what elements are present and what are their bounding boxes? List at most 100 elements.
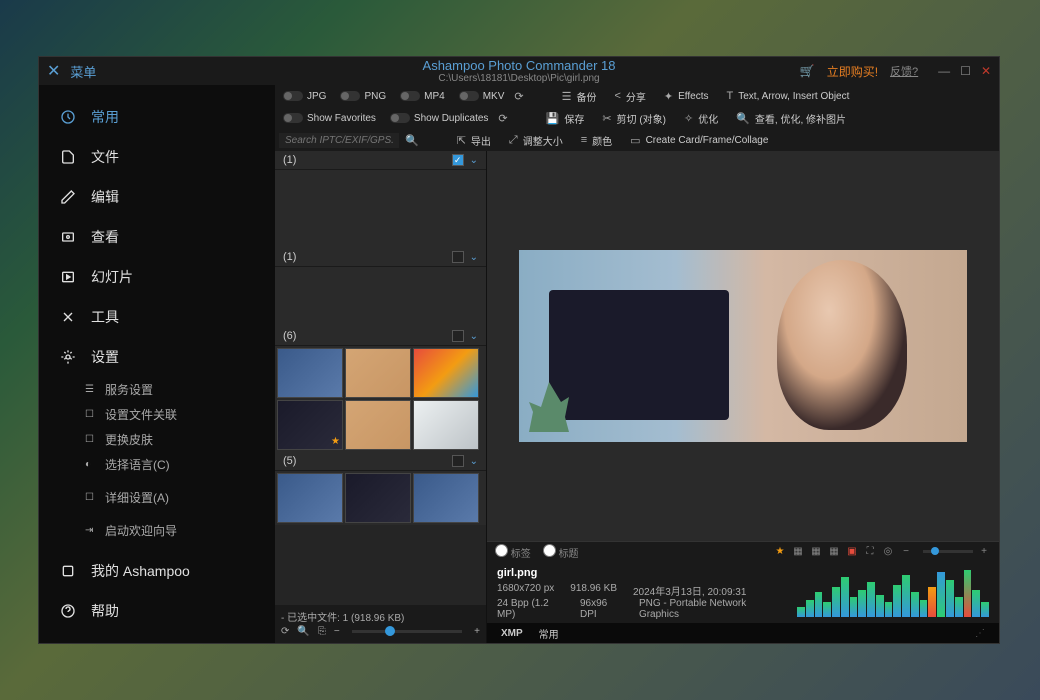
backup-button[interactable]: ☰备份 xyxy=(556,89,603,104)
tab-common[interactable]: 常用 xyxy=(539,626,559,641)
sidebar-item-edit[interactable]: 编辑 xyxy=(39,177,275,217)
maximize-button[interactable]: ☐ xyxy=(960,64,971,78)
chevron-down-icon[interactable]: ⌄ xyxy=(470,456,478,467)
sidebar-sub-language[interactable]: ◐选择语言(C) xyxy=(39,452,275,477)
group-header[interactable]: (1) ⌄ xyxy=(275,248,486,267)
dpi: 96x96 DPI xyxy=(580,598,623,620)
zoom-slider[interactable] xyxy=(352,630,462,633)
effects-button[interactable]: ✦Effects xyxy=(658,90,715,103)
sidebar-item-common[interactable]: 常用 xyxy=(39,97,275,137)
viewfix-button[interactable]: 🔍查看, 优化, 修补图片 xyxy=(730,111,852,126)
thumbnail[interactable] xyxy=(277,348,343,398)
play-box-icon xyxy=(59,268,77,286)
refresh-icon[interactable]: ⟳ xyxy=(281,626,289,637)
minimize-button[interactable]: — xyxy=(938,64,950,78)
chevron-down-icon[interactable]: ⌄ xyxy=(470,331,478,342)
cut-button[interactable]: ✂剪切 (对象) xyxy=(596,111,672,126)
sidebar-sub-service[interactable]: ☰服务设置 xyxy=(39,377,275,402)
sidebar-item-label: 查看 xyxy=(91,227,119,247)
sidebar-sub-detail[interactable]: ☐详细设置(A) xyxy=(39,485,275,510)
share-button[interactable]: <分享 xyxy=(608,89,651,104)
plus-icon[interactable]: + xyxy=(474,626,480,637)
sidebar-item-settings[interactable]: 设置 xyxy=(39,337,275,377)
sidebar-sub-skin[interactable]: ☐更换皮肤 xyxy=(39,427,275,452)
group-checkbox[interactable] xyxy=(452,251,464,263)
sidebar-item-slideshow[interactable]: 幻灯片 xyxy=(39,257,275,297)
color-icon: ≡ xyxy=(581,134,587,146)
grid-icon[interactable]: ▦ xyxy=(827,545,841,559)
group-checkbox[interactable] xyxy=(452,455,464,467)
layers-icon[interactable]: ▣ xyxy=(845,545,859,559)
plus-icon[interactable]: + xyxy=(977,545,991,559)
group-header[interactable]: (5) ⌄ xyxy=(275,452,486,471)
text-button[interactable]: TText, Arrow, Insert Object xyxy=(721,90,856,102)
zoom-slider[interactable] xyxy=(923,550,973,553)
thumbnail[interactable] xyxy=(413,473,479,523)
chevron-down-icon[interactable]: ⌄ xyxy=(470,155,478,166)
resize-icon: ⤢ xyxy=(509,134,518,147)
dimensions: 1680x720 px xyxy=(497,583,554,598)
chevron-down-icon[interactable]: ⌄ xyxy=(470,252,478,263)
close-button[interactable]: ✕ xyxy=(981,64,991,78)
thumbnail[interactable] xyxy=(345,400,411,450)
feedback-link[interactable]: 反馈? xyxy=(890,63,918,79)
minus-icon[interactable]: − xyxy=(899,545,913,559)
menu-close-icon[interactable]: ✕ xyxy=(47,61,60,81)
resize-button[interactable]: ⤢调整大小 xyxy=(503,133,569,148)
thumbnail[interactable]: ★ xyxy=(277,400,343,450)
tag-radio[interactable]: 标签 xyxy=(495,544,531,560)
app-title: Ashampoo Photo Commander 18 xyxy=(423,58,616,73)
group-header[interactable]: (6) ⌄ xyxy=(275,327,486,346)
minus-icon[interactable]: − xyxy=(334,626,340,637)
star-icon[interactable]: ★ xyxy=(773,545,787,559)
buy-now-link[interactable]: 立即购买! xyxy=(827,63,878,80)
thumbnail[interactable] xyxy=(345,348,411,398)
sidebar-item-file[interactable]: 文件 xyxy=(39,137,275,177)
preview-area[interactable] xyxy=(487,151,999,541)
group-checkbox[interactable]: ✓ xyxy=(452,154,464,166)
sidebar-sub-fileassoc[interactable]: ☐设置文件关联 xyxy=(39,402,275,427)
group-checkbox[interactable] xyxy=(452,330,464,342)
box-icon xyxy=(59,562,77,580)
file-browser: (1) ✓⌄ (1) ⌄ (6) ⌄ xyxy=(275,151,487,643)
sidebar-item-view[interactable]: 查看 xyxy=(39,217,275,257)
toggle-mkv[interactable]: MKV xyxy=(455,91,509,102)
effects-icon: ✦ xyxy=(664,90,673,103)
sidebar-item-tools[interactable]: 工具 xyxy=(39,297,275,337)
filename: girl.png xyxy=(497,567,777,579)
toggle-jpg[interactable]: JPG xyxy=(279,91,330,102)
sidebar-item-myashampoo[interactable]: 我的 Ashampoo xyxy=(39,551,275,591)
thumbnail[interactable] xyxy=(277,473,343,523)
copy-icon[interactable]: ⎘ xyxy=(318,626,326,637)
grid-icon[interactable]: ▦ xyxy=(809,545,823,559)
grid-icon[interactable]: ▦ xyxy=(791,545,805,559)
thumbnail[interactable] xyxy=(413,400,479,450)
target-icon[interactable]: ◎ xyxy=(881,545,895,559)
toggle-favorites[interactable]: Show Favorites xyxy=(279,113,380,124)
export-button[interactable]: ⇱导出 xyxy=(451,133,497,148)
tab-xmp[interactable]: XMP xyxy=(501,628,523,639)
save-button[interactable]: 💾保存 xyxy=(540,111,591,126)
color-button[interactable]: ≡颜色 xyxy=(575,133,618,148)
card-button[interactable]: ▭Create Card/Frame/Collage xyxy=(624,134,774,147)
resize-grip-icon[interactable]: ⋰ xyxy=(975,628,985,639)
optimize-button[interactable]: ✧优化 xyxy=(678,111,724,126)
thumbnail[interactable] xyxy=(345,473,411,523)
toggle-mp4[interactable]: MP4 xyxy=(396,91,449,102)
cart-icon[interactable]: 🛒 xyxy=(800,64,815,78)
title-radio[interactable]: 标题 xyxy=(543,544,579,560)
refresh-icon[interactable]: ⟳ xyxy=(498,112,507,125)
search-icon[interactable]: 🔍 xyxy=(297,626,309,637)
group-header[interactable]: (1) ✓⌄ xyxy=(275,151,486,170)
search-icon: 🔍 xyxy=(736,112,750,125)
sidebar-sub-wizard[interactable]: ⇥启动欢迎向导 xyxy=(39,518,275,543)
menu-label[interactable]: 菜单 xyxy=(70,62,96,81)
search-submit-icon[interactable]: 🔍 xyxy=(405,134,419,147)
toggle-png[interactable]: PNG xyxy=(336,91,390,102)
fullscreen-icon[interactable]: ⛶ xyxy=(863,545,877,559)
sidebar-item-help[interactable]: 帮助 xyxy=(39,591,275,631)
refresh-icon[interactable]: ⟳ xyxy=(514,90,523,103)
toggle-duplicates[interactable]: Show Duplicates xyxy=(386,113,492,124)
search-input[interactable] xyxy=(279,133,399,148)
thumbnail[interactable] xyxy=(413,348,479,398)
